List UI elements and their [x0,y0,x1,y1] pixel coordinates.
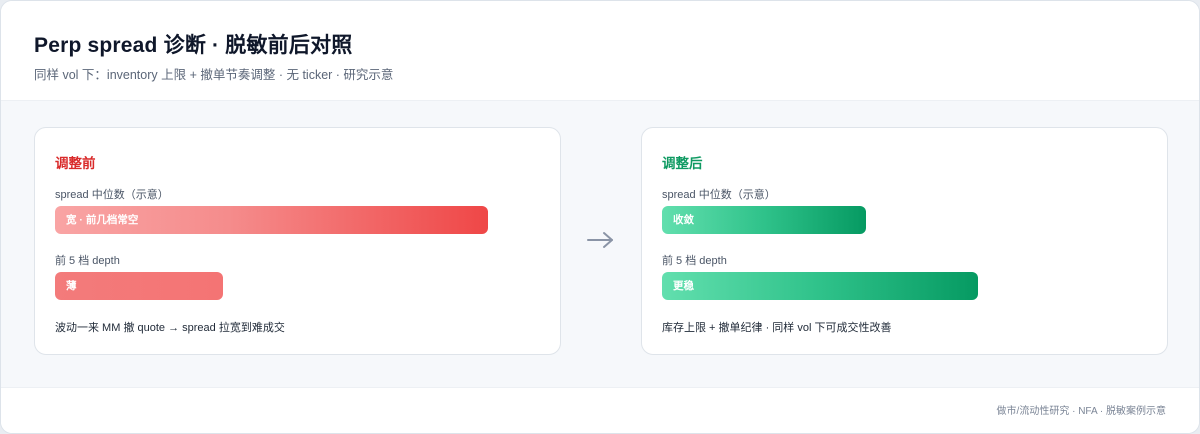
footer-text: 做市/流动性研究 · NFA · 脱敏案例示意 [996,406,1166,417]
before-card: 调整前 spread 中位数（示意） 宽 · 前几档常空 前 5 档 depth… [34,127,561,355]
before-depth-bar: 薄 [55,272,223,300]
before-depth-label: 前 5 档 depth [55,255,120,267]
page-subtitle: 同样 vol 下：inventory 上限 + 撤单节奏调整 · 无 ticke… [34,68,394,82]
after-depth-label: 前 5 档 depth [662,255,727,267]
comparison-area: 调整前 spread 中位数（示意） 宽 · 前几档常空 前 5 档 depth… [1,101,1199,387]
report-panel: Perp spread 诊断 · 脱敏前后对照 同样 vol 下：invento… [0,0,1200,434]
after-note: 库存上限 + 撤单纪律 · 同样 vol 下可成交性改善 [662,322,892,334]
arrow-right-icon [587,232,613,248]
before-title: 调整前 [55,156,96,171]
before-note: 波动一来 MM 撤 quote → spread 拉宽到难成交 [55,322,285,334]
after-spread-bar: 收敛 [662,206,866,234]
after-depth-bar: 更稳 [662,272,978,300]
before-spread-bar: 宽 · 前几档常空 [55,206,488,234]
page-footer: 做市/流动性研究 · NFA · 脱敏案例示意 [1,387,1199,433]
page-header: Perp spread 诊断 · 脱敏前后对照 同样 vol 下：invento… [1,1,1199,101]
page-title: Perp spread 诊断 · 脱敏前后对照 [34,34,353,57]
after-spread-label: spread 中位数（示意） [662,189,776,201]
before-spread-label: spread 中位数（示意） [55,189,169,201]
after-card: 调整后 spread 中位数（示意） 收敛 前 5 档 depth 更稳 库存上… [641,127,1168,355]
after-title: 调整后 [662,156,703,171]
